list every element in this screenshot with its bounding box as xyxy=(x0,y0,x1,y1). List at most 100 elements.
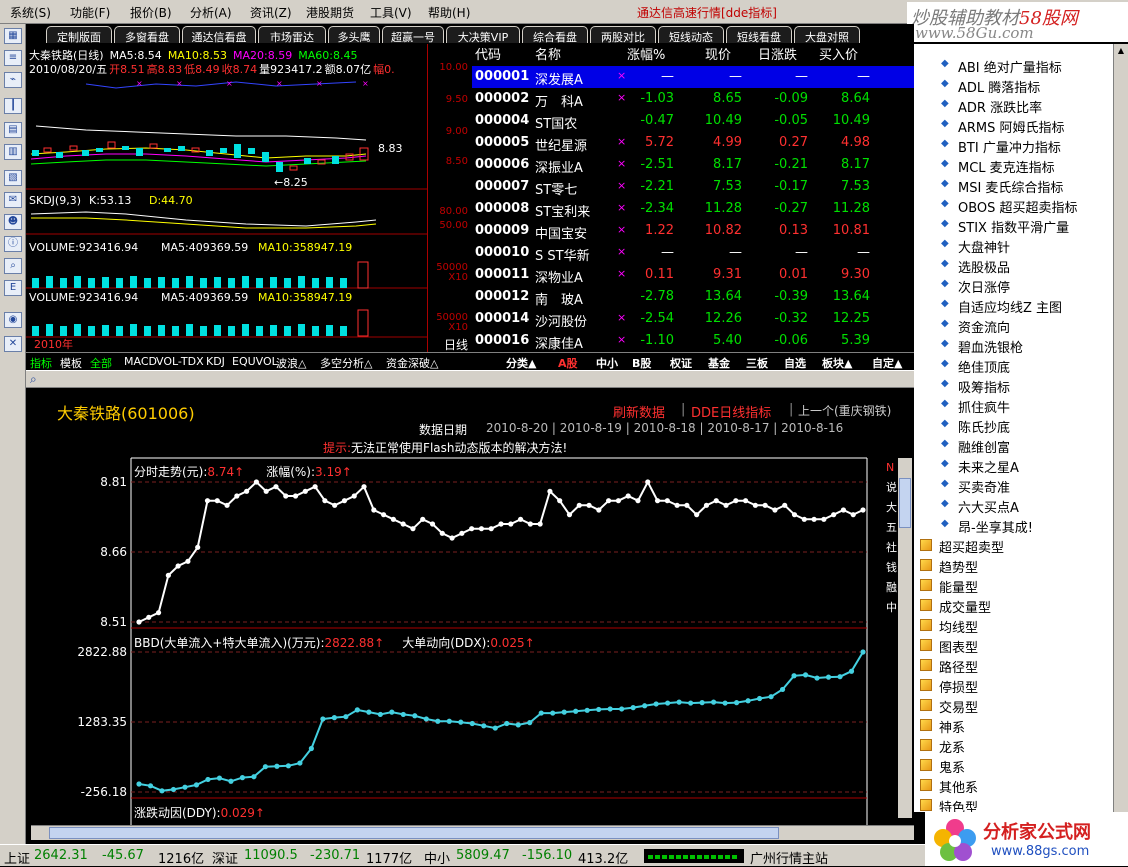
col-name[interactable]: 名称 xyxy=(535,44,561,64)
stock-code: 000006 xyxy=(475,157,530,172)
search-icon[interactable]: ⌕ xyxy=(4,258,22,274)
kline-chart[interactable]: 大秦铁路(日线) MA5:8.54 MA10:8.53 MA20:8.59 MA60:8… xyxy=(26,44,472,352)
data-point xyxy=(537,521,543,527)
tab-all[interactable]: 全部 xyxy=(90,355,112,371)
col-price[interactable]: 现价 xyxy=(705,44,731,64)
indicator-tabs: 指标 模板 全部 MACD VOL-TDX KDJ EQUVOL 波浪△ 多空分… xyxy=(26,352,472,370)
tab-custom-layout[interactable]: 定制版面 xyxy=(46,26,112,44)
data-point xyxy=(527,521,533,527)
tree-vscroll[interactable]: ▲ xyxy=(1113,44,1128,812)
menu-function[interactable]: 功能(F) xyxy=(70,4,110,21)
stock-row[interactable]: 000008 ST宝利来 × -2.34 11.28 -0.27 11.28 xyxy=(472,198,914,220)
menu-hk-futures[interactable]: 港股期货 xyxy=(306,4,354,21)
tab-indicator[interactable]: 指标 xyxy=(30,355,52,371)
stock-row[interactable]: 000001 深发展A × — — — — xyxy=(472,66,914,88)
stock-row[interactable]: 000006 深振业A × -2.51 8.17 -0.21 8.17 xyxy=(472,154,914,176)
col-chg[interactable]: 涨幅% xyxy=(627,44,665,64)
hscroll-thumb[interactable] xyxy=(49,827,779,839)
volume-label-2: VOLUME:923416.94 xyxy=(29,291,138,304)
menu-tools[interactable]: 工具(V) xyxy=(370,4,412,21)
tab-overview[interactable]: 综合看盘 xyxy=(522,26,588,44)
kline-icon[interactable]: ┃ xyxy=(4,98,22,114)
stock-row[interactable]: 000012 南 玻A -2.78 13.64 -0.39 13.64 xyxy=(472,286,914,308)
btn-sector[interactable]: 板块▲ xyxy=(822,355,852,371)
tab-short-view[interactable]: 短线看盘 xyxy=(726,26,792,44)
grid-icon[interactable]: ▦ xyxy=(4,28,22,44)
tab-bull-eagle[interactable]: 多头鹰 xyxy=(328,26,380,44)
tab-equvol[interactable]: EQUVOL xyxy=(232,355,278,368)
btn-b-share[interactable]: B股 xyxy=(632,355,651,371)
web-hscroll[interactable] xyxy=(31,825,914,840)
tab-tdx-view[interactable]: 通达信看盘 xyxy=(182,26,256,44)
tab-compare[interactable]: 两股对比 xyxy=(590,26,656,44)
btn-fund[interactable]: 基金 xyxy=(708,355,730,371)
tree-item-label: 绝佳顶底 xyxy=(958,361,1011,376)
data-point xyxy=(205,776,211,783)
info-icon[interactable]: ⓘ xyxy=(4,236,22,252)
svg-text:×: × xyxy=(136,79,143,88)
tab-wave[interactable]: 波浪△ xyxy=(276,355,306,371)
stock-row[interactable]: 000009 中国宝安 × 1.22 10.82 0.13 10.81 xyxy=(472,220,914,242)
tab-bull-bear[interactable]: 多空分析△ xyxy=(320,355,372,371)
magnify-icon[interactable]: ⌕ xyxy=(30,372,37,387)
trend-icon[interactable]: ⌁ xyxy=(4,72,22,88)
tab-short-dynamic[interactable]: 短线动态 xyxy=(658,26,724,44)
stock-row[interactable]: 000004 ST国农 -0.47 10.49 -0.05 10.49 xyxy=(472,110,914,132)
stock-price: 10.49 xyxy=(704,113,742,128)
stock-row[interactable]: 000011 深物业A × 0.11 9.31 0.01 9.30 xyxy=(472,264,914,286)
btn-a-share[interactable]: A股 xyxy=(558,355,578,371)
stock-name: 世纪星源 xyxy=(535,139,588,154)
series-line xyxy=(138,651,864,792)
btn-category[interactable]: 分类▲ xyxy=(506,355,536,371)
data-point xyxy=(694,512,700,518)
stock-row[interactable]: 000010 S ST华新 × — — — — xyxy=(472,242,914,264)
btn-third-board[interactable]: 三板 xyxy=(746,355,768,371)
data-point xyxy=(561,709,567,715)
users-icon[interactable]: ☻ xyxy=(4,214,22,230)
report-icon[interactable]: ▤ xyxy=(4,122,22,138)
stock-row[interactable]: 000005 世纪星源 × 5.72 4.99 0.27 4.98 xyxy=(472,132,914,154)
col-code[interactable]: 代码 xyxy=(475,44,501,64)
menu-news[interactable]: 资讯(Z) xyxy=(250,4,292,21)
col-diff[interactable]: 日涨跌 xyxy=(758,44,797,64)
table-icon[interactable]: ▥ xyxy=(4,144,22,160)
btn-sme[interactable]: 中小 xyxy=(596,355,618,371)
tab-macd[interactable]: MACD xyxy=(124,355,157,368)
stock-row[interactable]: 000014 沙河股份 × -2.54 12.26 -0.32 12.25 xyxy=(472,308,914,330)
data-point xyxy=(860,649,866,655)
tab-big-decision[interactable]: 大决策VIP xyxy=(446,26,520,44)
stock-row[interactable]: 000007 ST零七 × -2.21 7.53 -0.17 7.53 xyxy=(472,176,914,198)
tab-multi-window[interactable]: 多窗看盘 xyxy=(114,26,180,44)
tab-market-radar[interactable]: 市场雷达 xyxy=(258,26,326,44)
sheet-icon[interactable]: ▧ xyxy=(4,170,22,186)
mail-icon[interactable]: ✉ xyxy=(4,192,22,208)
radio-icon[interactable]: ◉ xyxy=(4,312,22,328)
period-label[interactable]: 日线 xyxy=(444,336,468,353)
formula-icon[interactable]: ✕ xyxy=(4,336,22,352)
btn-custom[interactable]: 自定▲ xyxy=(872,355,902,371)
tab-template[interactable]: 模板 xyxy=(60,355,82,371)
list-icon[interactable]: ≡ xyxy=(4,50,22,66)
etf-icon[interactable]: E xyxy=(4,280,22,296)
server-name[interactable]: 广州行情主站 xyxy=(750,848,828,867)
tab-fund-break[interactable]: 资金深破△ xyxy=(386,355,438,371)
skdj-label: SKDJ(9,3) xyxy=(29,194,81,207)
col-bid[interactable]: 买入价 xyxy=(819,44,858,64)
stock-code: 000012 xyxy=(475,289,530,304)
stock-row[interactable]: 000016 深康佳A × -1.10 5.40 -0.06 5.39 xyxy=(472,330,914,352)
tab-vol-tdx[interactable]: VOL-TDX xyxy=(156,355,204,368)
btn-warrant[interactable]: 权证 xyxy=(670,355,692,371)
tab-kdj[interactable]: KDJ xyxy=(206,355,225,368)
web-vscroll[interactable] xyxy=(898,458,912,818)
menu-help[interactable]: 帮助(H) xyxy=(428,4,470,21)
tab-index-compare[interactable]: 大盘对照 xyxy=(794,26,860,44)
stock-price: 12.26 xyxy=(704,311,742,326)
stock-row[interactable]: 000002 万 科A × -1.03 8.65 -0.09 8.64 xyxy=(472,88,914,110)
menu-analysis[interactable]: 分析(A) xyxy=(190,4,232,21)
menu-system[interactable]: 系统(S) xyxy=(10,4,51,21)
menu-quote[interactable]: 报价(B) xyxy=(130,4,172,21)
data-point xyxy=(182,784,188,790)
btn-watchlist[interactable]: 自选 xyxy=(784,355,806,371)
sz-amount: 1177亿 xyxy=(366,852,413,867)
tab-chaoying[interactable]: 超赢一号 xyxy=(382,26,444,44)
